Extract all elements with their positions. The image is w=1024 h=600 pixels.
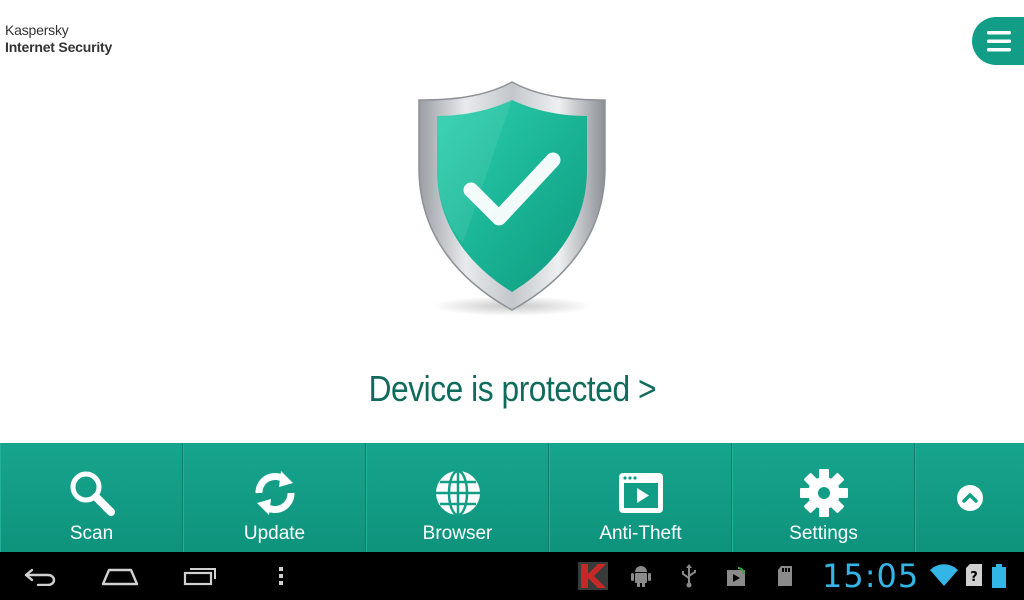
svg-text:?: ? <box>970 570 978 585</box>
chevron-up-icon <box>957 484 983 511</box>
usb-notification[interactable] <box>680 564 698 588</box>
anti-theft-label: Anti-Theft <box>599 523 682 544</box>
update-label: Update <box>243 523 306 544</box>
usb-icon <box>682 564 696 588</box>
protection-status-link[interactable]: Device is protected > <box>0 368 1024 410</box>
globe-icon <box>435 469 480 517</box>
update-button[interactable]: Update <box>183 443 366 552</box>
clock[interactable]: 15:05 <box>822 557 919 595</box>
search-icon <box>70 471 115 516</box>
overflow-menu-icon <box>279 567 283 585</box>
kaspersky-notification[interactable] <box>578 562 608 590</box>
scan-label: Scan <box>69 523 114 544</box>
back-button[interactable] <box>16 552 64 600</box>
settings-label: Settings <box>789 523 858 544</box>
battery-icon <box>992 564 1006 588</box>
hamburger-icon <box>987 31 1011 52</box>
battery-status <box>992 564 1006 588</box>
system-navigation-bar: 15:05 ? <box>0 552 1024 600</box>
home-button[interactable] <box>96 552 144 600</box>
kaspersky-icon <box>578 562 608 590</box>
menu-button[interactable] <box>972 17 1024 65</box>
brand-line1: Kaspersky <box>5 22 69 38</box>
scan-button[interactable]: Scan <box>0 443 183 552</box>
status-text: Device is protected > <box>368 368 656 409</box>
settings-button[interactable]: Settings <box>732 443 915 552</box>
play-screen-icon <box>618 473 663 513</box>
overflow-menu-button[interactable] <box>266 552 296 600</box>
app-brand: Kaspersky Internet Security <box>5 22 112 56</box>
browser-label: Browser <box>422 523 493 544</box>
gear-icon <box>799 469 848 517</box>
recent-apps-button[interactable] <box>176 552 224 600</box>
browser-button[interactable]: Browser <box>366 443 549 552</box>
recent-apps-icon <box>183 568 216 586</box>
back-icon <box>24 568 56 586</box>
anti-theft-button[interactable]: Anti-Theft <box>549 443 732 552</box>
cast-icon <box>727 567 745 586</box>
no-sim-icon: ? <box>966 564 982 586</box>
home-icon <box>101 568 139 586</box>
more-button[interactable] <box>915 443 1024 552</box>
cast-notification[interactable] <box>724 564 748 588</box>
wifi-status <box>930 564 958 586</box>
main-toolbar: Scan Update Browser Anti-Theft Settings <box>0 443 1024 552</box>
wifi-icon <box>930 564 958 586</box>
android-debug-icon <box>631 566 651 587</box>
sdcard-notification[interactable] <box>776 564 794 588</box>
sim-status: ? <box>966 564 982 586</box>
brand-line2: Internet Security <box>5 39 113 55</box>
protection-shield-icon <box>418 81 606 316</box>
debug-notification[interactable] <box>630 564 652 588</box>
refresh-icon <box>255 471 294 515</box>
sdcard-icon <box>778 566 792 586</box>
